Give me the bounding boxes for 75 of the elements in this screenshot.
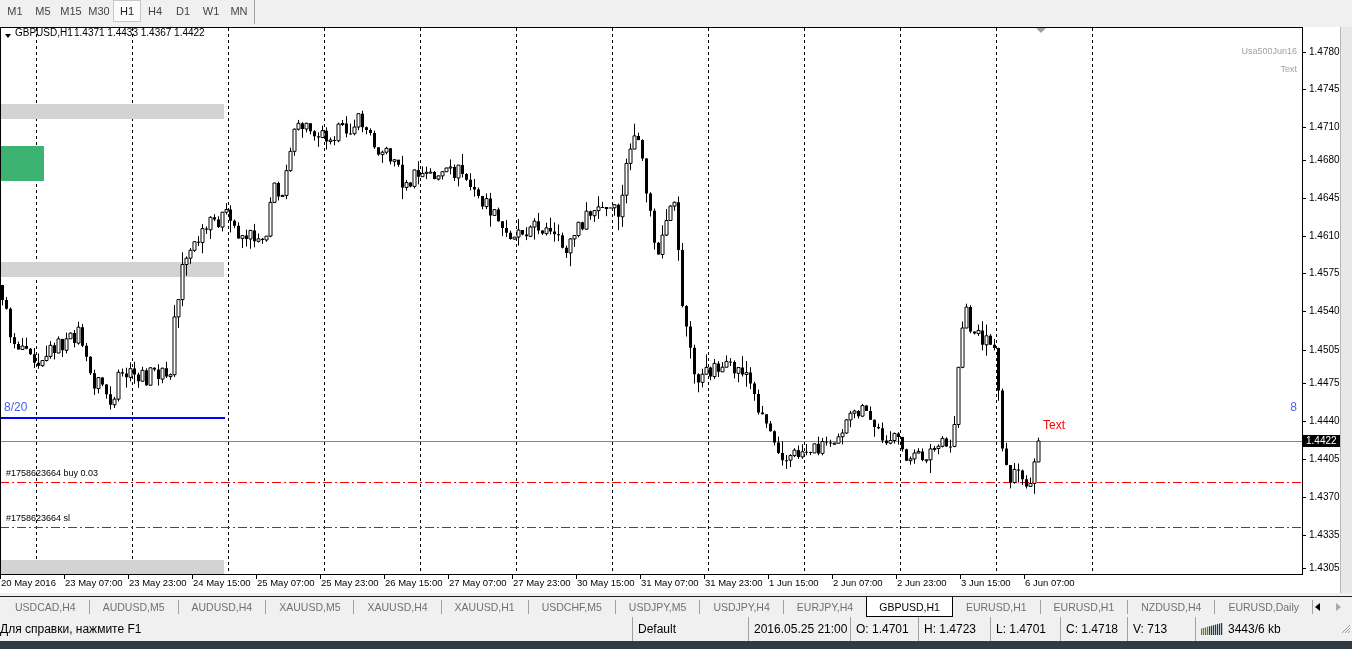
time-label: 26 May 15:00 [385, 576, 443, 588]
time-label: 1 Jun 15:00 [769, 576, 819, 588]
price-label: 1.4745 [1309, 82, 1340, 94]
object-label: Text [1280, 64, 1297, 74]
time-label: 6 Jun 07:00 [1025, 576, 1075, 588]
right-triangle-icon [1335, 603, 1341, 611]
chart-tab[interactable]: XAUUSD,M5 [266, 597, 354, 617]
price-label: 1.4575 [1309, 266, 1340, 278]
time-label: 23 May 23:00 [129, 576, 187, 588]
time-label: 20 May 2016 [1, 576, 56, 588]
time-label: 31 May 07:00 [641, 576, 699, 588]
chart-tab[interactable]: EURJPY,H4 [783, 597, 867, 617]
time-label: 27 May 23:00 [513, 576, 571, 588]
time-label: 30 May 15:00 [577, 576, 635, 588]
price-label: 1.4645 [1309, 191, 1340, 203]
time-label: 25 May 23:00 [321, 576, 379, 588]
price-label: 1.4305 [1309, 561, 1340, 573]
chart-tab[interactable]: USDJPY,H4 [700, 597, 783, 617]
resize-grip-icon [1341, 624, 1351, 634]
price-label: 1.4405 [1309, 452, 1340, 464]
time-label: 24 May 15:00 [193, 576, 251, 588]
chart-tab[interactable]: XAUUSD,H4 [354, 597, 441, 617]
price-label: 1.4440 [1309, 414, 1340, 426]
timeframe-button[interactable]: W1 [197, 0, 225, 22]
zone-rectangle [0, 146, 44, 181]
order-label: #1758623664 sl [6, 513, 71, 523]
chart-tab[interactable]: USDCHF,M5 [528, 597, 615, 617]
timeframe-button[interactable]: M15 [57, 0, 85, 22]
time-label: 25 May 07:00 [257, 576, 315, 588]
price-label: 1.4710 [1309, 120, 1340, 132]
current-price-label: 1.4422 [1303, 434, 1340, 447]
chart-tab[interactable]: AUDUSD,M5 [89, 597, 178, 617]
timeframe-button[interactable]: MN [225, 0, 253, 22]
symbol-label: GBPUSD,H1 [15, 27, 73, 38]
ohlc-values: 1.4371 1.4433 1.4367 1.4422 [74, 27, 205, 38]
dropdown-triangle-icon [5, 34, 11, 38]
chart-tab[interactable]: USDJPY,M5 [615, 597, 700, 617]
status-text: Для справки, нажмите F1 [0, 621, 143, 638]
timeframe-button[interactable]: H1 [113, 0, 141, 22]
object-label: Usa500Jun16 [1241, 46, 1297, 56]
price-label: 1.4505 [1309, 343, 1340, 355]
chart-tab[interactable]: NZDUSD,H4 [1128, 597, 1215, 617]
timeframe-button[interactable]: M1 [1, 0, 29, 22]
time-label: 31 May 23:00 [705, 576, 763, 588]
time-label: 3 Jun 15:00 [961, 576, 1011, 588]
timeframe-button[interactable]: M5 [29, 0, 57, 22]
price-label: 1.4475 [1309, 376, 1340, 388]
shift-marker-icon [1036, 28, 1046, 33]
time-label: 27 May 07:00 [449, 576, 507, 588]
price-label: 1.4370 [1309, 490, 1340, 502]
price-label: 1.4680 [1309, 153, 1340, 165]
left-triangle-icon [1314, 603, 1320, 611]
connection-bars-icon [1201, 623, 1223, 635]
time-label: 2 Jun 23:00 [897, 576, 947, 588]
chart-tab[interactable]: XAUUSD,H1 [441, 597, 528, 617]
level-label: 8 [1290, 400, 1297, 414]
status-text: 3443/6 kb [1228, 621, 1281, 638]
timeframe-button[interactable]: H4 [141, 0, 169, 22]
time-label: 23 May 07:00 [65, 576, 123, 588]
price-label: 1.4540 [1309, 304, 1340, 316]
level-label: 8/20 [4, 400, 28, 414]
chart-tab[interactable]: AUDUSD,H4 [178, 597, 266, 617]
price-label: 1.4335 [1309, 528, 1340, 540]
chart-tab[interactable]: USDCAD,H4 [2, 597, 89, 617]
chart-tab[interactable]: EURUSD,H1 [1040, 597, 1128, 617]
price-label: 1.4610 [1309, 229, 1340, 241]
timeframe-button[interactable]: M30 [85, 0, 113, 22]
order-label: #1758623664 buy 0.03 [6, 468, 99, 478]
price-label: 1.4780 [1309, 45, 1340, 57]
chart-tab[interactable]: EURUSD,Daily [1215, 597, 1312, 617]
chart-tab[interactable]: EURUSD,H1 [952, 597, 1040, 617]
chart-tab[interactable]: GBPUSD,H1 [866, 597, 953, 617]
time-label: 2 Jun 07:00 [833, 576, 883, 588]
text-label: Text [1043, 418, 1065, 432]
timeframe-button[interactable]: D1 [169, 0, 197, 22]
